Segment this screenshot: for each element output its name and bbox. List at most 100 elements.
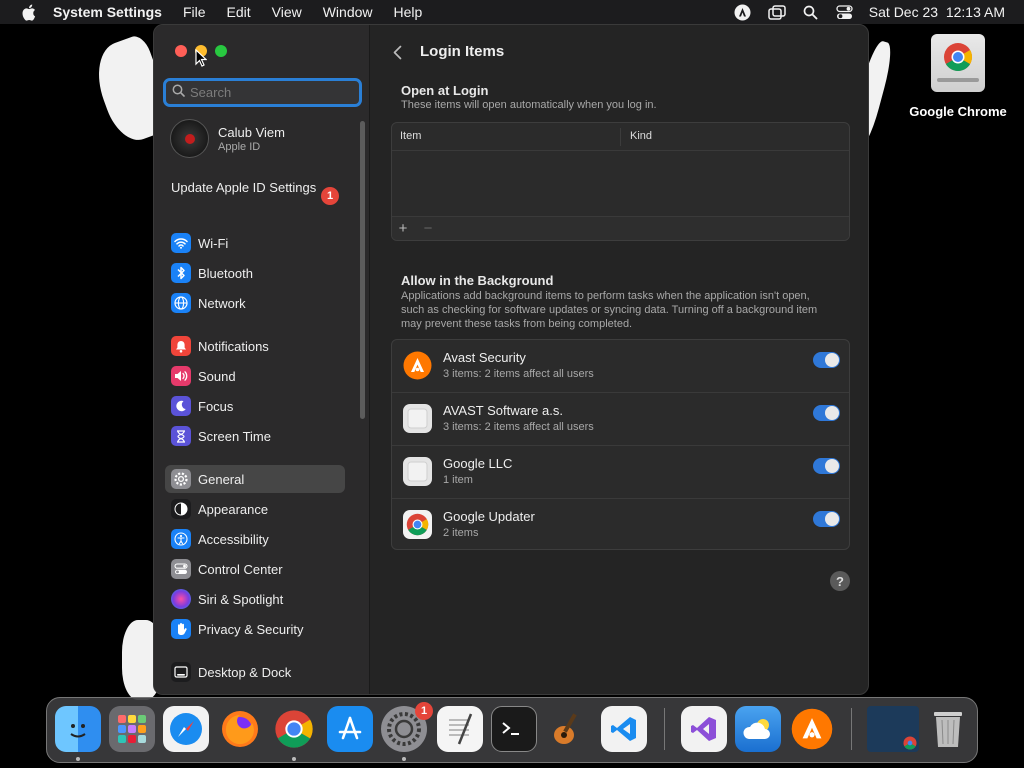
open-at-login-description: These items will open automatically when…: [401, 99, 657, 111]
launchpad-icon[interactable]: [109, 706, 155, 752]
mouse-cursor-icon: [195, 49, 207, 67]
back-button[interactable]: [393, 42, 407, 62]
avast-security-toggle[interactable]: [813, 352, 840, 368]
running-indicator: [76, 757, 80, 761]
sidebar-item-privacy-security[interactable]: Privacy & Security: [165, 615, 345, 643]
avast-dock-icon[interactable]: [789, 706, 835, 752]
notification-badge: 1: [415, 702, 433, 720]
file-menu[interactable]: File: [183, 4, 206, 20]
globe-icon: [171, 293, 191, 313]
column-header-item[interactable]: Item: [400, 130, 421, 142]
sidebar-item-label: Privacy & Security: [198, 621, 304, 637]
finder-icon[interactable]: [55, 706, 101, 752]
sidebar-item-label: Bluetooth: [198, 265, 253, 281]
sidebar-item-focus[interactable]: Focus: [165, 392, 345, 420]
sidebar-item-siri-spotlight[interactable]: Siri & Spotlight: [165, 585, 345, 613]
control-center-icon[interactable]: [835, 2, 855, 22]
view-menu[interactable]: View: [272, 4, 302, 20]
search-icon: [172, 84, 185, 102]
sidebar-item-control-center[interactable]: Control Center: [165, 555, 345, 583]
dock-separator: [664, 708, 665, 750]
sidebar-item-accessibility[interactable]: Accessibility: [165, 525, 345, 553]
item-detail: 3 items: 2 items affect all users: [443, 368, 594, 380]
edit-menu[interactable]: Edit: [227, 4, 251, 20]
sidebar-item-bluetooth[interactable]: Bluetooth: [165, 259, 345, 287]
bell-icon: [171, 336, 191, 356]
terminal-icon[interactable]: [491, 706, 537, 752]
page-title: Login Items: [420, 43, 505, 60]
window-icon[interactable]: [767, 2, 787, 22]
screenshot-thumbnail[interactable]: [867, 706, 919, 752]
sidebar-item-label: Wi-Fi: [198, 235, 229, 251]
app-store-icon[interactable]: [327, 706, 373, 752]
google-llc-toggle[interactable]: [813, 458, 840, 474]
avast-software-toggle[interactable]: [813, 405, 840, 421]
add-login-item-button[interactable]: +: [393, 220, 413, 237]
close-button[interactable]: [175, 45, 187, 57]
vscode-icon[interactable]: [601, 706, 647, 752]
weather-icon[interactable]: [735, 706, 781, 752]
sidebar-item-general[interactable]: General: [165, 465, 345, 493]
sidebar-item-desktop-dock[interactable]: Desktop & Dock: [165, 658, 345, 686]
search-input[interactable]: [190, 85, 350, 100]
moon-icon: [171, 396, 191, 416]
update-apple-id-item[interactable]: Update Apple ID Settings: [171, 180, 341, 196]
list-item[interactable]: AVAST Software a.s. 3 items: 2 items aff…: [392, 393, 849, 446]
search-icon[interactable]: [801, 2, 821, 22]
help-menu[interactable]: Help: [394, 4, 423, 20]
desktop-icon-label: Google Chrome: [909, 104, 1007, 119]
chrome-icon: [403, 510, 432, 539]
safari-icon[interactable]: [163, 706, 209, 752]
sidebar-item-notifications[interactable]: Notifications: [165, 332, 345, 360]
list-item[interactable]: Google LLC 1 item: [392, 446, 849, 499]
trash-icon[interactable]: [925, 706, 971, 752]
speaker-icon: [171, 366, 191, 386]
sidebar-scrollbar[interactable]: [360, 121, 365, 419]
desktop-icon-google-chrome[interactable]: Google Chrome: [906, 34, 1010, 119]
chrome-icon: [943, 42, 973, 77]
generic-app-icon: [403, 404, 432, 433]
garageband-icon[interactable]: [545, 706, 591, 752]
google-updater-toggle[interactable]: [813, 511, 840, 527]
login-items-table[interactable]: Item Kind + −: [391, 122, 850, 241]
column-header-kind[interactable]: Kind: [630, 130, 652, 142]
sidebar-item-label: Network: [198, 295, 246, 311]
sidebar-item-screen-time[interactable]: Screen Time: [165, 422, 345, 450]
sidebar-item-sound[interactable]: Sound: [165, 362, 345, 390]
update-badge: 1: [321, 187, 339, 205]
main-pane: Login Items Open at Login These items wi…: [371, 25, 868, 694]
sidebar-item-label: Focus: [198, 398, 234, 414]
list-item[interactable]: Avast Security 3 items: 2 items affect a…: [392, 340, 849, 393]
avast-status-icon[interactable]: [733, 2, 753, 22]
apple-menu-icon[interactable]: [19, 3, 37, 21]
firefox-icon[interactable]: [217, 706, 263, 752]
appearance-icon: [171, 499, 191, 519]
clock[interactable]: Sat Dec 23 12:13 AM: [869, 4, 1005, 20]
help-button[interactable]: ?: [830, 571, 850, 591]
textedit-icon[interactable]: [437, 706, 483, 752]
sidebar-item-appearance[interactable]: Appearance: [165, 495, 345, 523]
remove-login-item-button[interactable]: −: [418, 220, 438, 237]
sidebar-item-network[interactable]: Network: [165, 289, 345, 317]
apple-id-account[interactable]: Calub Viem Apple ID: [170, 119, 285, 158]
sidebar-item-label: Accessibility: [198, 531, 269, 547]
sidebar-item-label: Siri & Spotlight: [198, 591, 284, 607]
google-chrome-dock-icon[interactable]: [271, 706, 317, 752]
zoom-button[interactable]: [215, 45, 227, 57]
visual-studio-icon[interactable]: [681, 706, 727, 752]
search-field[interactable]: [163, 78, 362, 107]
hand-icon: [171, 619, 191, 639]
hourglass-icon: [171, 426, 191, 446]
column-divider: [620, 128, 621, 146]
gear-icon: [171, 469, 191, 489]
list-item[interactable]: Google Updater 2 items: [392, 499, 849, 549]
app-name-menu[interactable]: System Settings: [53, 4, 162, 20]
table-header: Item Kind: [392, 123, 849, 151]
sidebar-item-label: Screen Time: [198, 428, 271, 444]
window-menu[interactable]: Window: [323, 4, 373, 20]
generic-app-icon: [403, 457, 432, 486]
sidebar-item-wifi[interactable]: Wi-Fi: [165, 229, 345, 257]
sidebar-item-label: Control Center: [198, 561, 283, 577]
sidebar-item-label: Desktop & Dock: [198, 664, 292, 680]
sidebar-item-label: General: [198, 471, 245, 487]
